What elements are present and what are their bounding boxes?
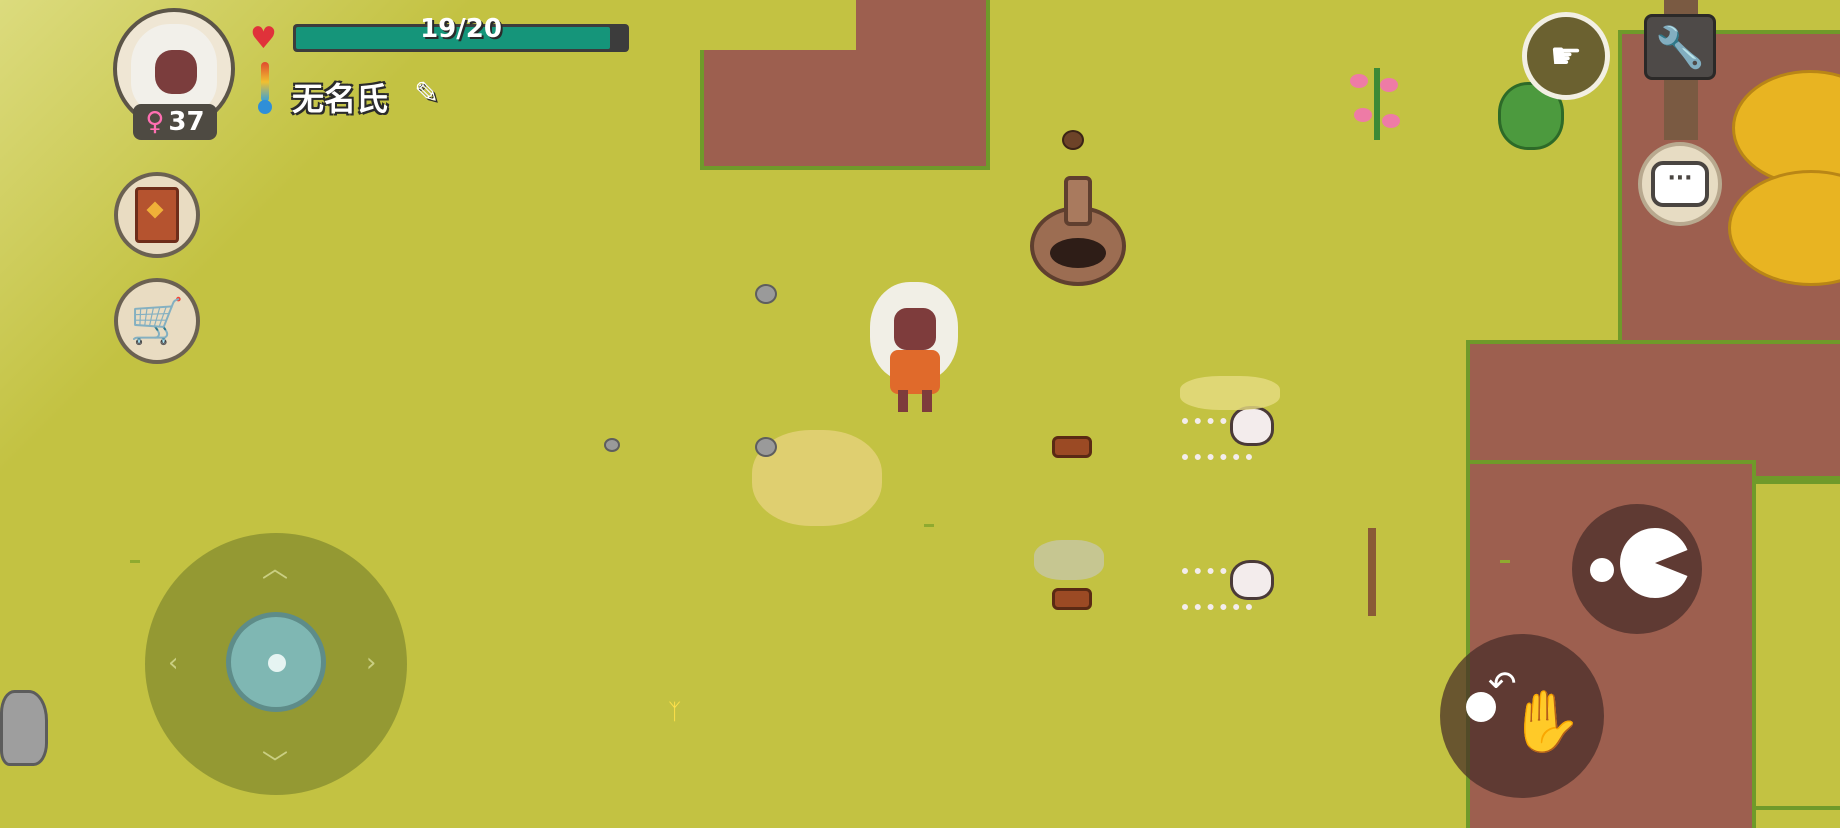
health-text: 19/20 [420,14,502,44]
chevron-up-icon: ︿ [262,554,289,584]
grass-tuft [924,516,934,527]
yellow-tree[interactable] [1728,70,1840,300]
skull[interactable] [1230,560,1274,600]
chat-button[interactable]: ··· [1638,142,1722,226]
thermometer-icon [258,62,272,114]
firewood-log[interactable] [1052,588,1092,610]
player-dress [890,350,940,394]
avatar-face [155,50,197,94]
firewood-log[interactable] [1052,436,1092,458]
butterfly-icon: ᛉ [668,700,682,725]
thermometer-tube [261,62,269,102]
small-stone[interactable] [755,437,777,457]
skull[interactable] [1230,406,1274,446]
grass-island-right [1752,480,1840,810]
dirt-patch-top-notch [700,0,856,50]
book-icon [135,187,179,243]
dirt-path-lower [1466,340,1840,480]
berry-bush[interactable] [1346,58,1410,148]
thermometer-bulb [258,100,272,114]
player-legs [898,390,932,412]
bush-stem [1374,68,1380,140]
smoke-puffs [1034,540,1104,580]
pink-flower [1382,114,1400,128]
well-neck [1064,176,1092,226]
player-name: 无名氏 [292,80,389,118]
journal-button[interactable] [114,172,200,258]
female-icon: ♀ [145,107,165,137]
small-stone[interactable] [604,438,620,452]
player-character[interactable] [866,282,962,418]
chevron-left-icon: ‹ [168,648,179,678]
sapling-stick[interactable] [1368,528,1376,616]
cart-icon: 🛒 [129,296,185,347]
dust-cloud [1180,376,1280,410]
joystick-center-dot [268,654,286,672]
pink-flower [1380,78,1398,92]
tree-leaf [1728,170,1840,286]
pencil-icon[interactable]: ✎ [414,76,452,112]
grey-rock[interactable] [0,690,48,766]
small-stone[interactable] [755,284,777,304]
chevron-down-icon: ﹀ [262,750,289,780]
pink-flower [1350,74,1368,88]
well-hole [1050,238,1106,268]
tree-leaf [1732,70,1840,186]
eat-dot [1590,558,1614,582]
grass-tuft [130,552,140,563]
shop-button[interactable]: 🛒 [114,278,200,364]
player-face [894,308,936,350]
heart-icon: ♥ [250,21,277,56]
health-bar: 19/20 [293,14,629,52]
pink-flower [1354,108,1372,122]
stone-well[interactable] [1030,176,1126,296]
settings-button[interactable]: 🔧 [1644,14,1716,80]
dung-pile[interactable] [1062,130,1084,150]
level-value: 37 [168,107,205,137]
wrench-icon: 🔧 [1655,24,1705,71]
chevron-right-icon: › [366,648,377,678]
pointing-hand-icon: ☛ [1549,35,1583,77]
chat-bubble-icon: ··· [1651,161,1709,207]
level-badge: ♀ 37 [133,104,217,140]
fast-forward-button[interactable]: ☛ [1522,12,1610,100]
grab-hand-icon: ✋ [1508,687,1583,757]
grass-tuft [1500,552,1510,563]
